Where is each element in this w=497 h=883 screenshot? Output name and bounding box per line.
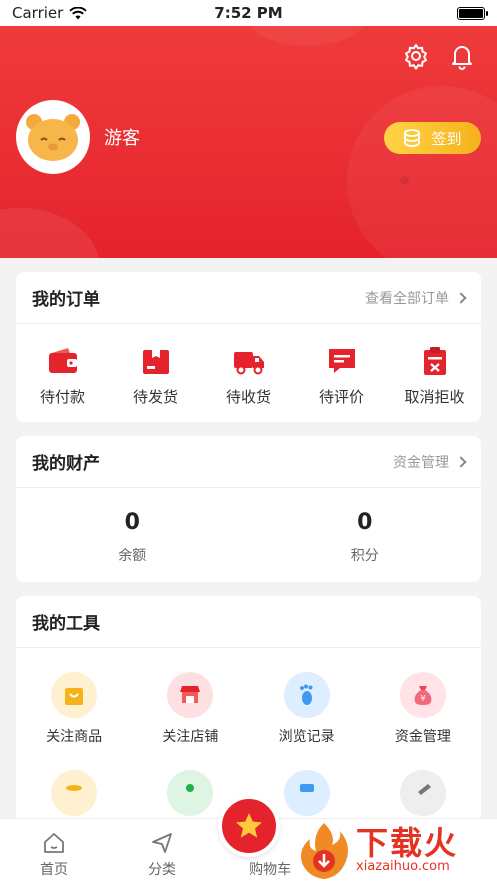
tool-label: 关注商品 (46, 729, 103, 745)
points-item[interactable]: 0 积分 (249, 488, 482, 565)
flame-logo-icon (301, 822, 348, 879)
wallet-icon (48, 348, 77, 373)
tab-label: 首页 (40, 862, 69, 878)
money-bag-icon: ¥ (414, 686, 432, 705)
notification-bell-icon[interactable] (448, 42, 476, 70)
orders-title: 我的订单 (32, 290, 100, 310)
coin-stack-icon (404, 129, 421, 147)
tool-fund-management[interactable]: ¥ 资金管理 (365, 672, 481, 746)
svg-text:¥: ¥ (420, 694, 425, 703)
star-icon (236, 813, 262, 838)
bear-avatar-icon (26, 114, 80, 161)
tool-browse-history[interactable]: 浏览记录 (249, 672, 365, 746)
tab-label: 购物车 (249, 862, 292, 878)
fund-management-link[interactable]: 资金管理 (393, 452, 467, 472)
clock: 7:52 PM (214, 4, 283, 22)
fund-management-label: 资金管理 (393, 454, 449, 471)
order-label: 待评价 (318, 388, 364, 406)
order-label: 取消拒收 (404, 388, 465, 406)
carrier-label: Carrier (12, 4, 64, 22)
orders-card: 我的订单 查看全部订单 待付款 待发货 待收货 待评价 取消拒收 (16, 272, 481, 422)
tool-label: 资金管理 (394, 729, 451, 745)
order-label: 待收货 (225, 388, 271, 406)
chevron-right-icon (455, 455, 467, 468)
order-label: 待付款 (39, 388, 85, 406)
view-all-orders-link[interactable]: 查看全部订单 (365, 288, 467, 308)
tool-label: 关注店铺 (162, 729, 219, 745)
balance-label: 余额 (118, 548, 147, 564)
tab-home[interactable]: 首页 (0, 819, 108, 883)
order-pending-receipt[interactable]: 待收货 (209, 344, 289, 407)
card-icon (299, 784, 314, 792)
battery-icon (457, 6, 488, 20)
tool-followed-stores[interactable]: 关注店铺 (132, 672, 248, 746)
order-pending-payment[interactable]: 待付款 (23, 344, 103, 407)
signin-button[interactable]: 签到 (384, 122, 481, 154)
watermark-title: 下载火 (356, 824, 459, 862)
cart-fab-button[interactable] (218, 795, 280, 857)
circle-icon (186, 784, 195, 792)
settings-gear-icon[interactable] (402, 42, 430, 70)
tool-followed-products[interactable]: 关注商品 (16, 672, 132, 746)
home-icon (44, 833, 64, 853)
order-pending-review[interactable]: 待评价 (302, 344, 382, 407)
tool-partial-4[interactable] (365, 770, 481, 816)
watermark-logo: 下载火 xiazaihuo.com (296, 818, 497, 883)
points-label: 积分 (350, 548, 379, 564)
order-label: 待发货 (132, 388, 178, 406)
footprint-icon (299, 684, 313, 705)
wifi-icon (69, 6, 88, 19)
tool-partial-1[interactable] (16, 770, 132, 816)
signin-label: 签到 (431, 129, 462, 148)
balance-value: 0 (124, 510, 140, 535)
coin-icon (66, 785, 83, 791)
shopping-bag-icon (65, 688, 84, 705)
truck-icon (233, 352, 264, 375)
assets-card: 我的财产 资金管理 0 余额 0 积分 (16, 436, 481, 582)
order-cancel-reject[interactable]: 取消拒收 (395, 344, 475, 407)
tab-category[interactable]: 分类 (108, 819, 216, 883)
balance-item[interactable]: 0 余额 (16, 488, 249, 565)
pen-icon (417, 784, 431, 795)
chevron-right-icon (455, 291, 467, 304)
order-pending-shipment[interactable]: 待发货 (116, 344, 196, 407)
tool-label: 浏览记录 (278, 729, 335, 745)
avatar[interactable] (16, 100, 90, 174)
username: 游客 (104, 128, 140, 149)
tools-title: 我的工具 (32, 614, 100, 634)
store-icon (180, 686, 201, 703)
status-bar: Carrier 7:52 PM (0, 0, 497, 26)
watermark-url: xiazaihuo.com (356, 859, 450, 874)
category-icon (152, 833, 172, 853)
cancel-icon (423, 347, 446, 375)
tab-label: 分类 (148, 862, 177, 878)
profile-header: 游客 签到 (0, 26, 497, 258)
comment-icon (328, 349, 355, 373)
box-icon (142, 350, 169, 374)
view-all-orders-label: 查看全部订单 (365, 290, 449, 307)
assets-title: 我的财产 (32, 454, 100, 474)
points-value: 0 (357, 510, 373, 535)
